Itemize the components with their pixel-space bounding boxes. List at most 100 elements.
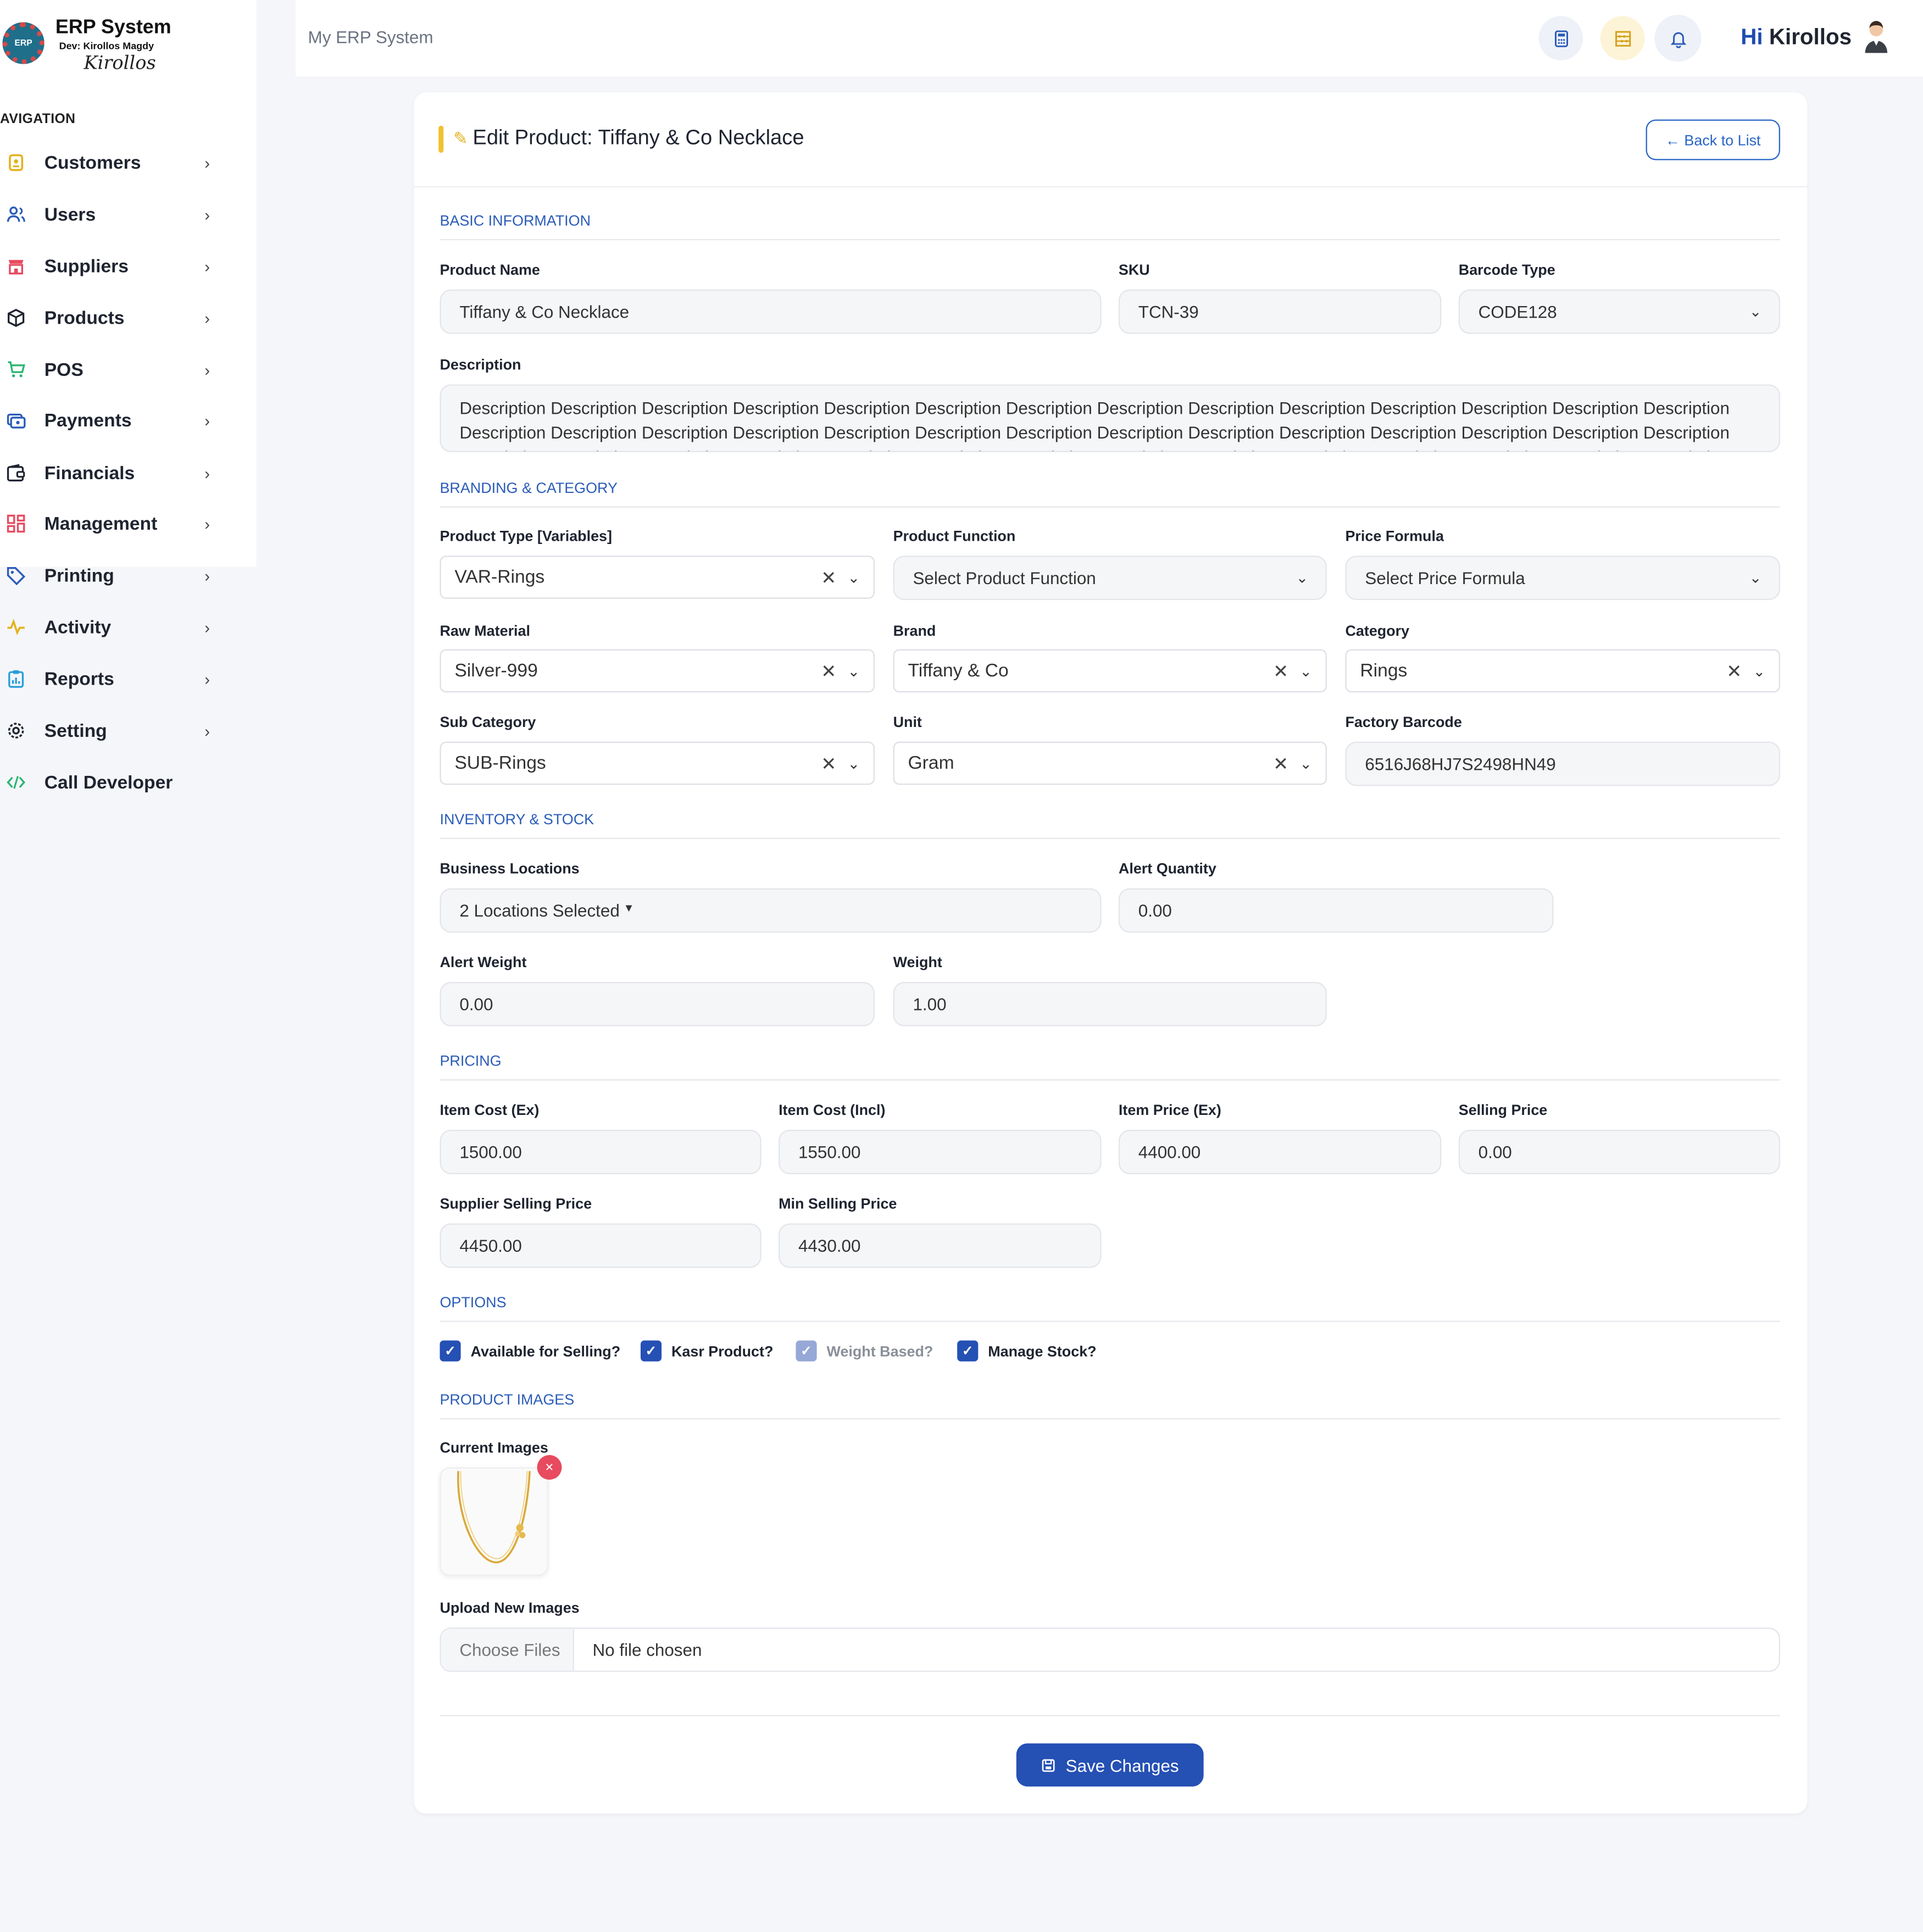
bell-icon — [1670, 31, 1686, 48]
sidebar-item-users[interactable]: Users › — [0, 192, 234, 237]
clear-icon[interactable]: ✕ — [821, 660, 836, 682]
chevron-down-icon: ⌄ — [1299, 754, 1312, 772]
barcode-type-label: Barcode Type — [1458, 261, 1555, 279]
product-function-select[interactable]: Select Product Function ⌄ — [893, 556, 1327, 600]
sidebar-item-customers[interactable]: Customers › — [0, 141, 234, 185]
erp-gear-logo-icon: ERP — [2, 22, 45, 64]
chevron-down-icon: ⌄ — [1749, 303, 1762, 320]
unit-select[interactable]: Gram ✕ ⌄ — [893, 741, 1327, 785]
barcode-type-select[interactable]: CODE128 ⌄ — [1458, 289, 1780, 334]
clear-icon[interactable]: ✕ — [1726, 660, 1742, 682]
sidebar-item-financials[interactable]: Financials › — [0, 451, 234, 496]
abacus-button[interactable] — [1600, 16, 1645, 60]
weight-based-checkbox[interactable]: ✓ Weight Based? — [796, 1340, 933, 1362]
suppliers-icon — [5, 255, 27, 277]
supplier-selling-price-input[interactable]: 4450.00 — [440, 1223, 762, 1268]
calculator-button[interactable] — [1538, 16, 1583, 60]
alert-quantity-input[interactable]: 0.00 — [1118, 888, 1554, 933]
sidebar-item-pos[interactable]: POS › — [0, 347, 234, 392]
abacus-icon — [1614, 30, 1631, 46]
close-icon: ✕ — [544, 1461, 554, 1473]
financials-icon — [5, 462, 27, 484]
printing-icon — [5, 564, 27, 586]
manage-stock-checkbox[interactable]: ✓ Manage Stock? — [957, 1340, 1097, 1362]
edit-product-card: ✎ Edit Product: Tiffany & Co Necklace ← B… — [414, 92, 1808, 1814]
factory-barcode-label: Factory Barcode — [1345, 713, 1462, 731]
clear-icon[interactable]: ✕ — [1273, 660, 1288, 682]
user-greeting[interactable]: Hi Kirollos — [1741, 25, 1852, 51]
sidebar-item-setting[interactable]: Setting › — [0, 708, 234, 753]
category-select[interactable]: Rings ✕ ⌄ — [1345, 649, 1780, 693]
sku-label: SKU — [1118, 261, 1150, 279]
sidebar-item-reports[interactable]: Reports › — [0, 657, 234, 701]
logo: ERP ERP System Dev: Kirollos Magdy Kirol… — [2, 17, 248, 79]
file-upload-input[interactable]: Choose Files No file chosen — [440, 1627, 1780, 1672]
section-branding-category: BRANDING & CATEGORY — [440, 479, 1780, 508]
available-for-selling-checkbox[interactable]: ✓ Available for Selling? — [440, 1340, 620, 1362]
avatar[interactable] — [1863, 20, 1889, 54]
product-type-label: Product Type [Variables] — [440, 527, 612, 545]
sku-input[interactable]: TCN-39 — [1118, 289, 1442, 334]
clear-icon[interactable]: ✕ — [821, 752, 836, 774]
clear-icon[interactable]: ✕ — [1273, 752, 1288, 774]
alert-weight-label: Alert Weight — [440, 953, 527, 971]
back-to-list-button[interactable]: ← Back to List — [1646, 119, 1780, 160]
description-textarea[interactable] — [440, 384, 1780, 452]
sidebar-item-label: Setting — [44, 720, 107, 741]
reports-icon — [5, 668, 27, 690]
sidebar-item-management[interactable]: Management › — [0, 502, 234, 546]
code-icon — [5, 771, 27, 793]
sub-category-select[interactable]: SUB-Rings ✕ ⌄ — [440, 741, 875, 785]
page-title: ✎ Edit Product: Tiffany & Co Necklace — [453, 125, 804, 149]
business-locations-dropdown[interactable]: 2 Locations Selected ▼ — [440, 888, 1102, 933]
sidebar-item-label: Customers — [44, 152, 141, 174]
business-locations-label: Business Locations — [440, 860, 580, 878]
supplier-selling-price-label: Supplier Selling Price — [440, 1195, 592, 1213]
min-selling-price-input[interactable]: 4430.00 — [779, 1223, 1102, 1268]
title-accent-bar — [438, 125, 444, 153]
alert-weight-input[interactable]: 0.00 — [440, 982, 875, 1026]
sidebar-item-products[interactable]: Products › — [0, 296, 234, 340]
weight-input[interactable]: 1.00 — [893, 982, 1327, 1026]
sidebar-item-printing[interactable]: Printing › — [0, 553, 234, 598]
greeting-hi: Hi — [1741, 24, 1763, 49]
chevron-right-icon: › — [204, 153, 210, 172]
factory-barcode-input[interactable]: 6516J68HJ7S2498HN49 — [1345, 741, 1780, 786]
selling-price-label: Selling Price — [1458, 1101, 1548, 1119]
section-product-images: PRODUCT IMAGES — [440, 1391, 1780, 1420]
product-name-input[interactable]: Tiffany & Co Necklace — [440, 289, 1102, 334]
chevron-right-icon: › — [204, 514, 210, 533]
sidebar-item-suppliers[interactable]: Suppliers › — [0, 244, 234, 288]
clear-icon[interactable]: ✕ — [821, 566, 836, 589]
raw-material-label: Raw Material — [440, 622, 530, 640]
users-icon — [5, 203, 27, 225]
sub-category-label: Sub Category — [440, 713, 536, 731]
item-cost-incl-input[interactable]: 1550.00 — [779, 1130, 1102, 1174]
price-formula-select[interactable]: Select Price Formula ⌄ — [1345, 556, 1780, 600]
product-image-thumbnail[interactable] — [440, 1467, 548, 1576]
chevron-right-icon: › — [204, 257, 210, 276]
save-changes-button[interactable]: Save Changes — [1016, 1743, 1204, 1787]
brand-label: Brand — [893, 622, 936, 640]
topbar: My ERP System Hi Kirollos — [296, 0, 1923, 77]
kasr-product-checkbox[interactable]: ✓ Kasr Product? — [640, 1340, 773, 1362]
sidebar-item-call-developer[interactable]: Call Developer — [0, 760, 234, 804]
chevron-down-icon: ⌄ — [1753, 662, 1766, 680]
sidebar-item-label: Management — [44, 513, 158, 534]
no-file-chosen-text: No file chosen — [592, 1640, 702, 1660]
selling-price-input[interactable]: 0.00 — [1458, 1130, 1780, 1174]
item-cost-ex-input[interactable]: 1500.00 — [440, 1130, 762, 1174]
sidebar: ERP ERP System Dev: Kirollos Magdy Kirol… — [0, 0, 257, 793]
sidebar-item-payments[interactable]: Payments › — [0, 398, 234, 442]
brand-select[interactable]: Tiffany & Co ✕ ⌄ — [893, 649, 1327, 693]
item-price-ex-input[interactable]: 4400.00 — [1118, 1130, 1442, 1174]
notifications-button[interactable] — [1654, 14, 1702, 62]
sidebar-item-label: Users — [44, 204, 96, 225]
choose-files-button[interactable]: Choose Files — [441, 1629, 574, 1671]
remove-image-button[interactable]: ✕ — [537, 1455, 562, 1480]
chevron-right-icon: › — [204, 721, 210, 740]
raw-material-select[interactable]: Silver-999 ✕ ⌄ — [440, 649, 875, 693]
sidebar-item-activity[interactable]: Activity › — [0, 605, 234, 649]
chevron-down-icon: ⌄ — [1749, 569, 1762, 587]
product-type-select[interactable]: VAR-Rings ✕ ⌄ — [440, 556, 875, 599]
